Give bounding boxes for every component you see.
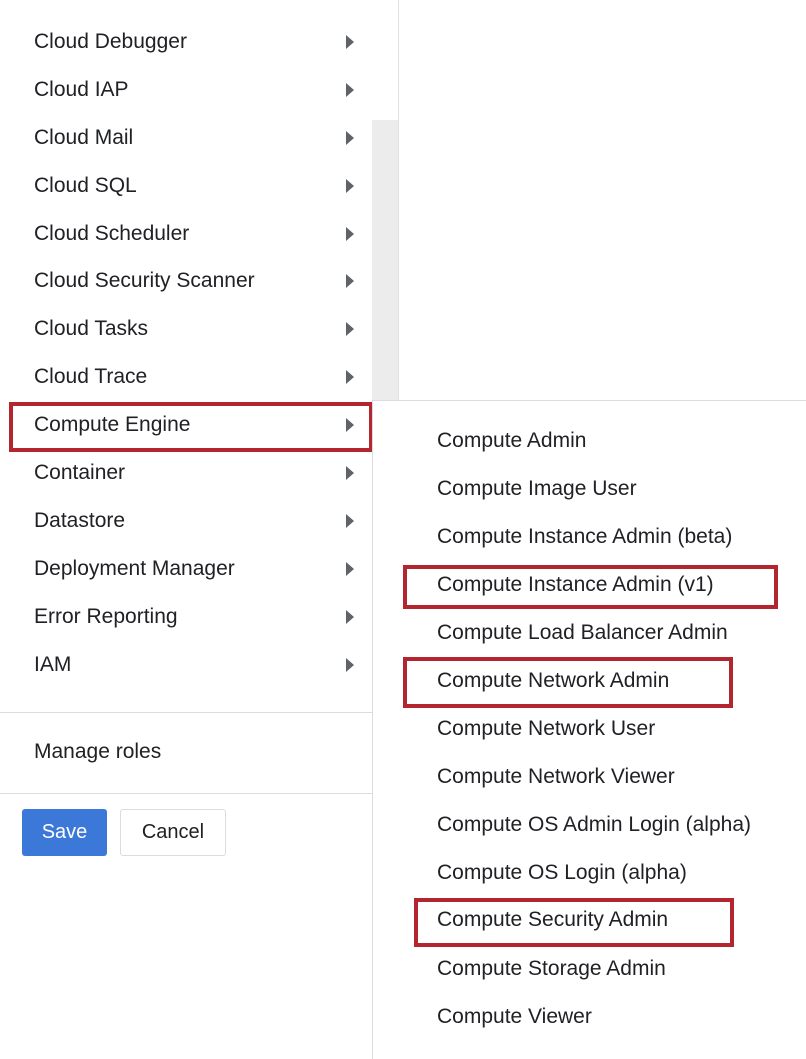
chevron-right-icon — [346, 179, 354, 193]
menu-item-deployment-manager[interactable]: Deployment Manager — [0, 545, 372, 593]
menu-item-iam[interactable]: IAM — [0, 641, 372, 689]
menu-item-datastore[interactable]: Datastore — [0, 497, 372, 545]
chevron-right-icon — [346, 418, 354, 432]
chevron-right-icon — [346, 370, 354, 384]
chevron-right-icon — [346, 227, 354, 241]
menu-item-label: Cloud SQL — [34, 174, 137, 197]
role-compute-load-balancer-admin[interactable]: Compute Load Balancer Admin — [437, 613, 728, 653]
role-compute-instance-admin-v1[interactable]: Compute Instance Admin (v1) — [437, 565, 714, 605]
chevron-right-icon — [346, 658, 354, 672]
menu-item-cloud-sql[interactable]: Cloud SQL — [0, 162, 372, 210]
menu-item-label: Cloud Debugger — [34, 30, 187, 53]
menu-item-label: Deployment Manager — [34, 557, 235, 580]
role-compute-storage-admin[interactable]: Compute Storage Admin — [437, 949, 666, 989]
menu-item-label: Cloud Scheduler — [34, 222, 190, 245]
role-compute-instance-admin-beta[interactable]: Compute Instance Admin (beta) — [437, 517, 732, 557]
menu-item-label: Compute Engine — [34, 413, 191, 436]
menu-item-cloud-mail[interactable]: Cloud Mail — [0, 114, 372, 162]
menu-item-error-reporting[interactable]: Error Reporting — [0, 593, 372, 641]
menu-item-label: IAM — [34, 653, 72, 676]
chevron-right-icon — [346, 83, 354, 97]
menu-item-label: Cloud Security Scanner — [34, 269, 255, 292]
menu-scrollbar[interactable] — [372, 120, 398, 402]
role-compute-admin[interactable]: Compute Admin — [437, 421, 586, 461]
role-compute-os-admin-login-alpha[interactable]: Compute OS Admin Login (alpha) — [437, 805, 751, 845]
menu-item-label: Cloud Trace — [34, 365, 148, 388]
role-compute-os-login-alpha[interactable]: Compute OS Login (alpha) — [437, 853, 687, 893]
menu-item-cloud-tasks[interactable]: Cloud Tasks — [0, 305, 372, 353]
menu-item-cloud-trace[interactable]: Cloud Trace — [0, 353, 372, 401]
menu-divider — [0, 712, 398, 713]
menu-item-cloud-iap[interactable]: Cloud IAP — [0, 66, 372, 114]
chevron-right-icon — [346, 131, 354, 145]
role-compute-security-admin[interactable]: Compute Security Admin — [437, 900, 668, 940]
role-compute-network-viewer[interactable]: Compute Network Viewer — [437, 757, 675, 797]
menu-item-cloud-security-scanner[interactable]: Cloud Security Scanner — [0, 257, 372, 305]
menu-item-compute-engine[interactable]: Compute Engine — [0, 401, 372, 449]
role-compute-image-user[interactable]: Compute Image User — [437, 469, 637, 509]
role-compute-network-admin[interactable]: Compute Network Admin — [437, 661, 669, 701]
menu-item-label: Cloud Tasks — [34, 317, 149, 340]
chevron-right-icon — [346, 514, 354, 528]
role-compute-network-user[interactable]: Compute Network User — [437, 709, 655, 749]
menu-item-cloud-scheduler[interactable]: Cloud Scheduler — [0, 210, 372, 258]
chevron-right-icon — [346, 35, 354, 49]
save-button[interactable]: Save — [22, 809, 107, 856]
chevron-right-icon — [346, 562, 354, 576]
chevron-right-icon — [346, 610, 354, 624]
chevron-right-icon — [346, 274, 354, 288]
menu-item-label: Error Reporting — [34, 605, 178, 628]
menu-item-label: Datastore — [34, 509, 126, 532]
menu-item-cloud-debugger[interactable]: Cloud Debugger — [0, 18, 372, 66]
menu-item-label: Cloud IAP — [34, 78, 129, 101]
manage-roles-link[interactable]: Manage roles — [34, 740, 161, 764]
role-compute-viewer[interactable]: Compute Viewer — [437, 997, 592, 1037]
menu-item-label: Cloud Mail — [34, 126, 134, 149]
chevron-right-icon — [346, 322, 354, 336]
menu-divider — [0, 793, 398, 794]
chevron-right-icon — [346, 466, 354, 480]
menu-item-container[interactable]: Container — [0, 449, 372, 497]
menu-item-label: Container — [34, 461, 126, 484]
cancel-button[interactable]: Cancel — [120, 809, 226, 856]
